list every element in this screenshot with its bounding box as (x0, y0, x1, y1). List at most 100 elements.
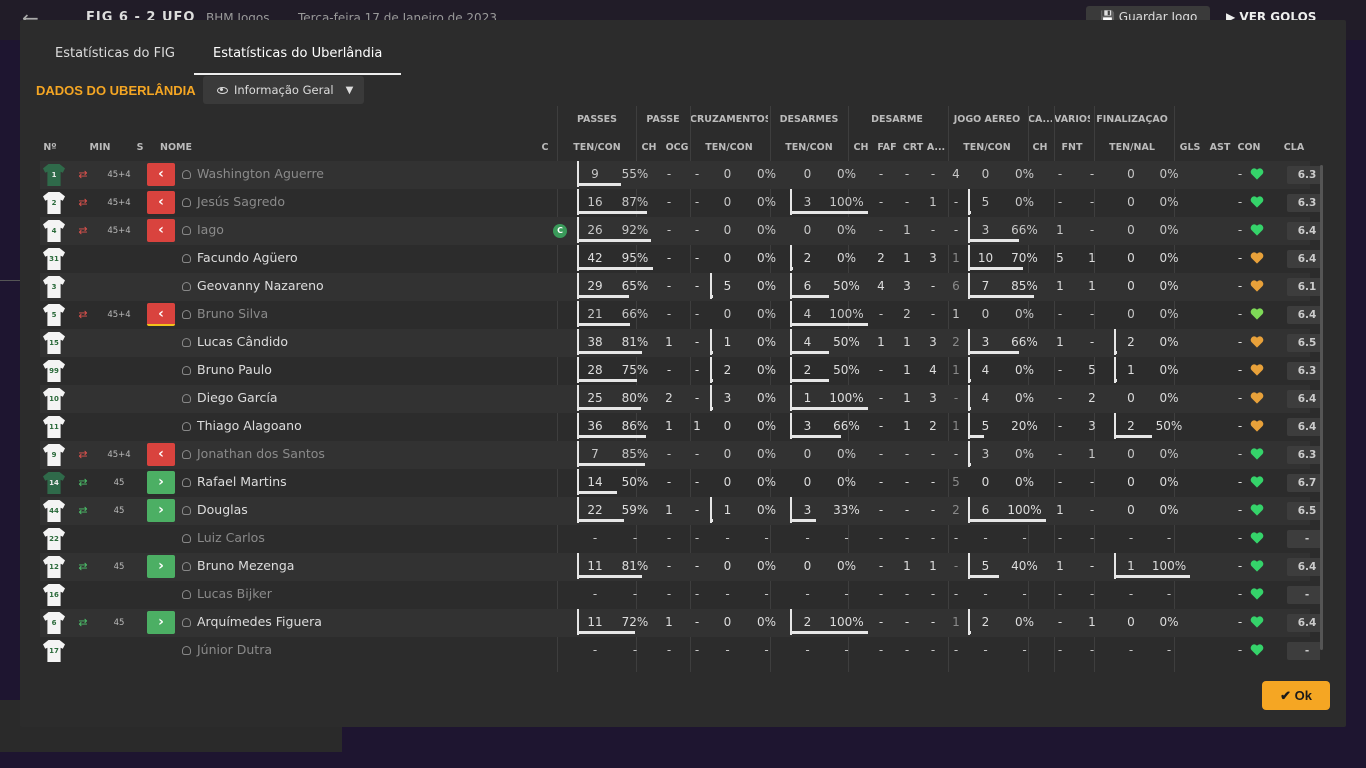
column-header[interactable]: MIN (84, 142, 116, 153)
column-header[interactable]: CH (848, 142, 874, 153)
column-header[interactable]: C (530, 142, 560, 153)
tab-fig-stats[interactable]: Estatísticas do FIG (36, 38, 194, 75)
pass-ocg: - (694, 251, 700, 265)
fnt-value: - (1089, 195, 1095, 209)
finishing-pct: 0% (1159, 335, 1179, 349)
player-name-cell[interactable]: Júnior Dutra (180, 637, 520, 665)
tackle-crt: 2 (929, 419, 937, 433)
player-name-cell[interactable]: Bruno Paulo (180, 357, 520, 385)
column-header[interactable]: TEN/NAL (1094, 142, 1170, 153)
column-header[interactable]: CH (636, 142, 662, 153)
scrollbar[interactable] (1320, 165, 1323, 650)
table-row[interactable]: 31 Facundo Agüero 42 95% - -0 0% 2 0% 2 1 3 1 10 70% 5 1… (40, 245, 1320, 273)
column-header[interactable]: AST (1206, 142, 1234, 153)
tackles-cell: 2 100% (790, 609, 868, 637)
player-name-cell[interactable]: Bruno Silva (180, 301, 520, 329)
fnt-value: 1 (1088, 447, 1096, 461)
table-row[interactable]: 4 ⇄ 45+4 ‹ Iago C 26 92% - -0 0% 0 0% -1- -3 66% 1-0 0% -6… (40, 217, 1320, 245)
pass-ocg: - (694, 363, 700, 377)
player-name-cell[interactable]: Arquímedes Figuera (180, 609, 520, 637)
tackles-cell: 3 66% (790, 413, 868, 441)
fnt-value: - (1089, 587, 1095, 601)
player-name-cell[interactable]: Lucas Bijker (180, 581, 520, 609)
tackle-ch: - (878, 503, 884, 517)
table-row[interactable]: 16 Lucas Bijker - - - - - - - - - - - - - - - - - - - - (40, 581, 1320, 609)
tackle-ch: - (878, 167, 884, 181)
finishing-cell: 2 0% (1114, 329, 1190, 357)
finishing-attempts: 0 (1127, 195, 1135, 209)
table-row[interactable]: 99 Bruno Paulo 28 75% - -2 0% 2 50% -1 4 1 4 0% -5 1 0% -… (40, 357, 1320, 385)
player-name-cell[interactable]: Diego García (180, 385, 520, 413)
table-row[interactable]: 10 Diego García 25 80% 2-3 0% 1 100% -1 3-4 0% -2 0 0… (40, 385, 1320, 413)
passes-cell: 21 66% (577, 301, 657, 329)
column-header[interactable]: FNT (1054, 142, 1090, 153)
person-icon (182, 282, 191, 291)
table-row[interactable]: 22 Luiz Carlos - - - - - - - - - - - - - - - - - - - - (40, 525, 1320, 553)
fnt-value: 2 (1088, 391, 1096, 405)
column-header[interactable]: TEN/CON (690, 142, 768, 153)
table-row[interactable]: 44 ⇄ 45 › Douglas 22 59% 1-1 0% 3 33% - - -2 6 100% 1-0 0… (40, 497, 1320, 525)
column-header[interactable]: CLA (1274, 142, 1314, 153)
progress-bar (577, 463, 645, 466)
tackle-a: 1 (952, 307, 960, 321)
player-name-cell[interactable]: Facundo Agüero (180, 245, 520, 273)
tackle-faf: 1 (903, 223, 911, 237)
table-row[interactable]: 2 ⇄ 45+4 ‹ Jesús Sagredo 16 87% - -0 0% 3 100% - -1-5… (40, 189, 1320, 217)
ok-button[interactable]: ✔ Ok (1262, 681, 1330, 710)
tab-uberlandia-stats[interactable]: Estatísticas do Uberlândia (193, 38, 402, 75)
tackle-crt: - (930, 531, 936, 545)
column-header[interactable]: TEN/CON (948, 142, 1026, 153)
column-header[interactable]: NOME (160, 142, 220, 153)
player-name-cell[interactable]: Jonathan dos Santos (180, 441, 520, 469)
column-header[interactable]: GLS (1176, 142, 1204, 153)
crosses-pct: 0% (756, 447, 777, 461)
player-name-cell[interactable]: Douglas (180, 497, 520, 525)
crosses-pct: 0% (756, 419, 777, 433)
view-dropdown[interactable]: Informação Geral ▼ (203, 76, 364, 104)
player-name-cell[interactable]: Jesús Sagredo (180, 189, 520, 217)
column-header[interactable]: A... (926, 142, 946, 153)
crosses-attempts: - (725, 587, 730, 601)
table-row[interactable]: 9 ⇄ 45+4 ‹ Jonathan dos Santos 7 85% - -0 0% 0 0% - -… (40, 441, 1320, 469)
table-row[interactable]: 3 Geovanny Nazareno 29 65% - -5 0% 6 50% 4 3-6 7 85%… (40, 273, 1320, 301)
fnt-value: - (1089, 503, 1095, 517)
column-header[interactable]: Nº (36, 142, 64, 153)
column-header[interactable]: FAF (874, 142, 900, 153)
column-header[interactable]: CON (1234, 142, 1264, 153)
person-icon (182, 338, 191, 347)
player-name-cell[interactable]: Iago (180, 217, 520, 245)
eye-icon (217, 86, 228, 94)
column-header[interactable]: OCG (662, 142, 692, 153)
crosses-attempts: 0 (723, 195, 732, 209)
table-row[interactable]: 14 ⇄ 45 › Rafael Martins 14 50% - -0 0% 0 0% - - -5 0 0%… (40, 469, 1320, 497)
crosses-attempts: - (725, 643, 730, 657)
player-name-cell[interactable]: Bruno Mezenga (180, 553, 520, 581)
column-header[interactable]: TEN/CON (770, 142, 848, 153)
background-divider (0, 280, 20, 281)
table-row[interactable]: 5 ⇄ 45+4 ‹ Bruno Silva 21 66% - -0 0% 4 100% -2-1 0 0%… (40, 301, 1320, 329)
column-header[interactable]: TEN/CON (557, 142, 637, 153)
crosses-attempts: 0 (723, 223, 732, 237)
column-header[interactable]: CH (1028, 142, 1052, 153)
table-row[interactable]: 12 ⇄ 45 › Bruno Mezenga 11 81% - -0 0% 0 0% -1 1-5 40%… (40, 553, 1320, 581)
tackle-crt: - (930, 615, 936, 629)
player-name-cell[interactable]: Rafael Martins (180, 469, 520, 497)
player-name-cell[interactable]: Thiago Alagoano (180, 413, 520, 441)
tackles-pct: 0% (836, 475, 857, 489)
table-row[interactable]: 11 Thiago Alagoano 36 86% 1 1 0 0% 3 66% -1 2 1 5 20% -… (40, 413, 1320, 441)
player-name-cell[interactable]: Geovanny Nazareno (180, 273, 520, 301)
finishing-cell: 0 0% (1114, 161, 1190, 189)
person-icon (182, 310, 191, 319)
column-header[interactable]: CRT (900, 142, 926, 153)
table-row[interactable]: 17 Júnior Dutra - - - - - - - - - - - - - - - - - - - - (40, 637, 1320, 665)
column-header[interactable]: S (128, 142, 152, 153)
fnt-value: - (1089, 475, 1095, 489)
player-name-cell[interactable]: Luiz Carlos (180, 525, 520, 553)
tackle-crt: - (930, 503, 936, 517)
player-name-cell[interactable]: Lucas Cândido (180, 329, 520, 357)
player-name-cell[interactable]: Washington Aguerre (180, 161, 520, 189)
shirt-number-icon: 14 (43, 472, 65, 494)
table-row[interactable]: 1 ⇄ 45+4 ‹ Washington Aguerre 9 55% - -0 0% 0 0% - - -… (40, 161, 1320, 189)
table-row[interactable]: 6 ⇄ 45 › Arquímedes Figuera 11 72% 1-0 0% 2 100% - -… (40, 609, 1320, 637)
table-row[interactable]: 15 Lucas Cândido 38 81% 1 - 1 0% 4 50% 1 1 3 2 3 66% 1 - 2… (40, 329, 1320, 357)
